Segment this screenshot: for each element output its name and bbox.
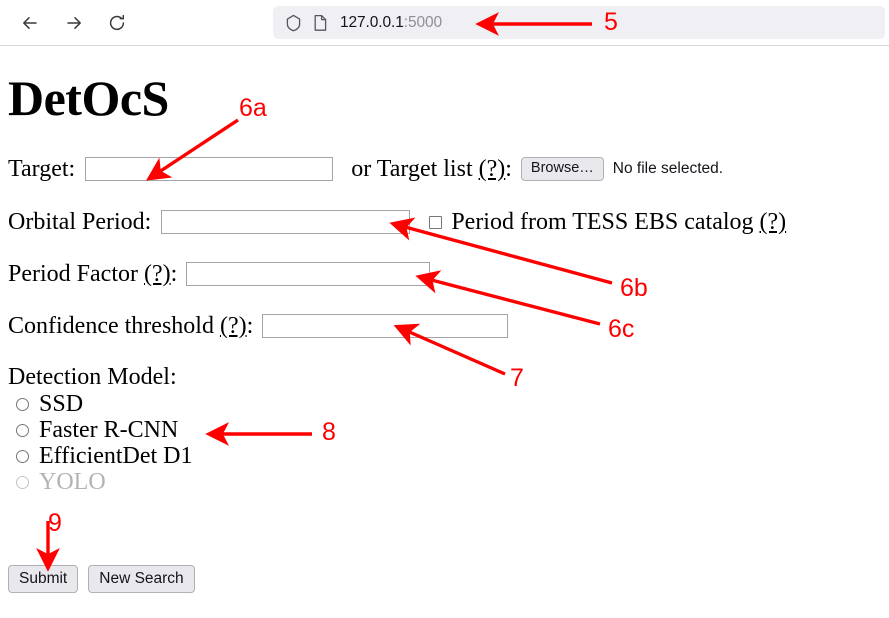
confidence-threshold-input[interactable] (262, 314, 509, 338)
confidence-threshold-label: Confidence threshold (?): (8, 313, 253, 339)
confidence-threshold-help-link[interactable]: (?) (220, 313, 247, 339)
page-content: DetOcS Target: or Target list (?): Brows… (0, 46, 889, 618)
period-factor-row: Period Factor (?): (8, 261, 431, 287)
tess-catalog-label-text: Period from TESS EBS catalog (451, 209, 760, 235)
confidence-threshold-row: Confidence threshold (?): (8, 313, 509, 339)
radio-label-yolo: YOLO (39, 469, 106, 495)
orbital-period-input[interactable] (161, 210, 411, 234)
radio-option-yolo: YOLO (8, 469, 193, 495)
radio-label-faster-rcnn: Faster R-CNN (39, 417, 179, 443)
radio-label-efficientdet-d1: EfficientDet D1 (39, 443, 193, 469)
radio-circle-icon (16, 475, 29, 489)
radio-circle-icon[interactable] (16, 423, 29, 437)
url-text[interactable]: 127.0.0.1:5000 (340, 14, 442, 32)
new-search-button[interactable]: New Search (88, 565, 195, 593)
forward-button[interactable] (58, 7, 90, 39)
radio-option-efficientdet-d1[interactable]: EfficientDet D1 (8, 443, 193, 469)
confidence-threshold-label-prefix: Confidence threshold (8, 313, 220, 339)
period-factor-input[interactable] (186, 262, 431, 286)
target-list-label: or Target list (?): (351, 156, 512, 182)
address-bar[interactable]: 127.0.0.1:5000 (273, 6, 885, 39)
period-factor-label-suffix: : (170, 261, 178, 287)
arrow-right-icon (64, 13, 84, 33)
back-button[interactable] (14, 7, 46, 39)
orbital-period-row: Orbital Period: Period from TESS EBS cat… (8, 209, 786, 235)
period-factor-help-link[interactable]: (?) (144, 261, 171, 287)
page-document-icon[interactable] (313, 14, 328, 32)
radio-label-ssd: SSD (39, 391, 84, 417)
file-status-text: No file selected. (612, 160, 724, 177)
tess-catalog-checkbox-group: Period from TESS EBS catalog (?) (429, 209, 786, 235)
target-list-help-link[interactable]: (?) (479, 156, 506, 182)
tess-catalog-help-link[interactable]: (?) (760, 209, 787, 235)
url-port: :5000 (403, 13, 443, 31)
tess-catalog-label: Period from TESS EBS catalog (?) (451, 209, 786, 235)
target-list-label-prefix: or Target list (351, 156, 479, 182)
radio-option-ssd[interactable]: SSD (8, 391, 193, 417)
period-factor-label-prefix: Period Factor (8, 261, 144, 287)
browser-toolbar: 127.0.0.1:5000 (0, 0, 889, 46)
submit-button[interactable]: Submit (8, 565, 79, 593)
detection-model-group: Detection Model: SSD Faster R-CNN Effici… (8, 363, 193, 495)
arrow-left-icon (20, 13, 40, 33)
page-title: DetOcS (8, 70, 169, 126)
shield-icon[interactable] (285, 14, 302, 32)
radio-option-faster-rcnn[interactable]: Faster R-CNN (8, 417, 193, 443)
radio-circle-icon[interactable] (16, 397, 29, 411)
period-factor-label: Period Factor (?): (8, 261, 177, 287)
orbital-period-label: Orbital Period: (8, 209, 152, 235)
target-row: Target: or Target list (?): Browse… No f… (8, 156, 723, 182)
detection-model-heading: Detection Model: (8, 364, 177, 390)
radio-circle-icon[interactable] (16, 449, 29, 463)
target-label: Target: (8, 156, 76, 182)
url-host: 127.0.0.1 (340, 13, 404, 31)
form-button-bar: Submit New Search (8, 565, 195, 593)
reload-button[interactable] (101, 7, 133, 39)
target-list-label-suffix: : (505, 156, 512, 182)
tess-catalog-checkbox[interactable] (429, 215, 443, 229)
confidence-threshold-label-suffix: : (246, 313, 254, 339)
reload-icon (107, 13, 127, 33)
target-input[interactable] (85, 157, 334, 181)
browse-button[interactable]: Browse… (520, 157, 604, 181)
